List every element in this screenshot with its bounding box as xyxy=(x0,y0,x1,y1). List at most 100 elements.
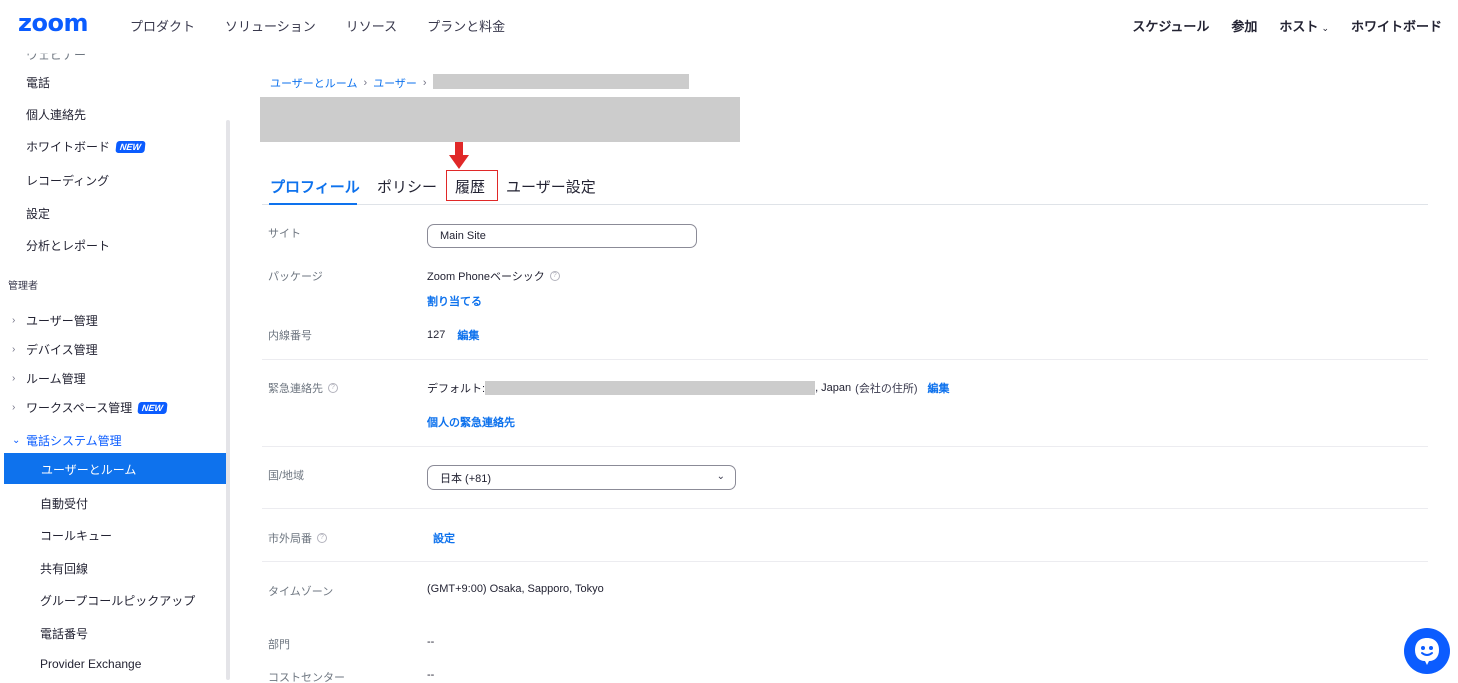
chevron-down-icon: ⌄ xyxy=(1321,23,1329,33)
country-select[interactable]: 日本 (+81) ⌄ xyxy=(427,465,736,490)
area-code-label-text: 市外局番 xyxy=(268,533,312,545)
nav-join[interactable]: 参加 xyxy=(1231,16,1257,35)
nav-whiteboard[interactable]: ホワイトボード xyxy=(1351,16,1442,35)
chevron-right-icon: › xyxy=(422,77,427,89)
sidebar-group-label: ユーザー管理 xyxy=(26,314,98,328)
chevron-right-icon: › xyxy=(12,402,16,413)
new-badge: NEW xyxy=(137,401,168,414)
sidebar-item-settings[interactable]: 設定 xyxy=(26,205,50,222)
cost-center-value: -- xyxy=(427,669,435,681)
timezone-value: (GMT+9:00) Osaka, Sapporo, Tokyo xyxy=(427,583,604,595)
assign-link[interactable]: 割り当てる xyxy=(427,293,482,309)
emergency-label-text: 緊急連絡先 xyxy=(268,383,323,395)
emergency-country: , Japan xyxy=(815,382,852,394)
extension-edit-link[interactable]: 編集 xyxy=(457,327,479,343)
redacted-user-header xyxy=(260,97,740,142)
department-value: -- xyxy=(427,636,435,648)
tab-user-settings[interactable]: ユーザー設定 xyxy=(506,176,596,197)
sidebar-subitem-call-queue[interactable]: コールキュー xyxy=(40,527,112,544)
breadcrumb-users[interactable]: ユーザー xyxy=(373,75,417,91)
sidebar-group-label: ワークスペース管理 xyxy=(26,401,133,415)
sidebar-group-label: 電話システム管理 xyxy=(26,434,122,448)
sidebar-item-label: 電話 xyxy=(26,76,51,90)
history-tab-highlight-box xyxy=(446,170,498,201)
sidebar-item-label: 個人連絡先 xyxy=(26,108,87,122)
redacted-address xyxy=(485,381,816,395)
chevron-right-icon: › xyxy=(363,77,368,89)
zoom-logo[interactable]: zoom xyxy=(18,9,88,37)
sidebar-subitem-users-rooms[interactable]: ユーザーとルーム xyxy=(4,453,226,484)
personal-emergency-link[interactable]: 個人の緊急連絡先 xyxy=(427,414,515,430)
site-input[interactable]: Main Site xyxy=(427,224,697,248)
top-nav-left: プロダクト ソリューション リソース プランと料金 xyxy=(130,16,505,35)
divider xyxy=(262,446,1428,447)
help-icon[interactable]: ? xyxy=(317,533,327,543)
sidebar-group-workspace-management[interactable]: › ワークスペース管理 NEW xyxy=(12,399,168,416)
nav-host-label: ホスト xyxy=(1279,19,1319,34)
chevron-down-icon: ⌄ xyxy=(716,471,725,482)
sidebar-group-phone-system-management[interactable]: ⌄ 電話システム管理 xyxy=(12,432,122,449)
breadcrumb-users-rooms[interactable]: ユーザーとルーム xyxy=(270,75,357,91)
sidebar-subitem-shared-lines[interactable]: 共有回線 xyxy=(40,560,88,577)
package-value: Zoom Phoneベーシック? xyxy=(427,268,560,284)
nav-host[interactable]: ホスト ⌄ xyxy=(1279,16,1329,35)
sidebar-item-webinar[interactable]: ウェビナー xyxy=(26,54,86,63)
tab-policy[interactable]: ポリシー xyxy=(377,176,437,197)
sidebar-group-user-management[interactable]: › ユーザー管理 xyxy=(12,312,98,329)
emergency-prefix: デフォルト: xyxy=(427,383,486,395)
nav-resources[interactable]: リソース xyxy=(346,16,397,35)
department-label: 部門 xyxy=(268,639,290,651)
sidebar-item-label: レコーディング xyxy=(26,174,110,188)
sidebar-item-phone[interactable]: 電話 xyxy=(26,74,50,91)
extension-label: 内線番号 xyxy=(268,330,312,342)
sidebar-group-room-management[interactable]: › ルーム管理 xyxy=(12,370,86,387)
sidebar-item-whiteboard[interactable]: ホワイトボード NEW xyxy=(26,138,146,155)
chevron-right-icon: › xyxy=(12,344,16,355)
package-name: Zoom Phoneベーシック xyxy=(427,271,545,283)
emergency-address-row: デフォルト: , Japan (会社の住所) 編集 xyxy=(427,380,949,396)
divider xyxy=(262,359,1428,360)
sidebar-item-label: 分析とレポート xyxy=(26,239,111,253)
chat-support-button[interactable] xyxy=(1404,628,1450,674)
site-label: サイト xyxy=(268,228,301,240)
top-navigation: zoom プロダクト ソリューション リソース プランと料金 スケジュール 参加… xyxy=(0,0,1458,48)
tab-bar: プロフィール ポリシー 履歴 ユーザー設定 xyxy=(262,170,1428,205)
sidebar-group-label: デバイス管理 xyxy=(26,343,98,357)
nav-solutions[interactable]: ソリューション xyxy=(225,16,316,35)
chevron-down-icon: ⌄ xyxy=(12,435,21,446)
emergency-note: (会社の住所) xyxy=(855,383,918,395)
tab-profile[interactable]: プロフィール xyxy=(270,176,360,197)
divider xyxy=(262,508,1428,509)
red-arrow-annotation xyxy=(449,142,469,169)
sidebar-subitem-phone-numbers[interactable]: 電話番号 xyxy=(40,625,88,642)
sidebar: ウェビナー 電話 個人連絡先 ホワイトボード NEW レコーディング 設定 分析と… xyxy=(0,48,230,683)
nav-schedule[interactable]: スケジュール xyxy=(1132,16,1209,35)
emergency-edit-link[interactable]: 編集 xyxy=(927,380,949,396)
extension-value: 127 xyxy=(427,329,446,341)
nav-pricing[interactable]: プランと料金 xyxy=(427,16,505,35)
sidebar-subitem-label: ユーザーとルーム xyxy=(41,463,137,477)
sidebar-scrollbar[interactable] xyxy=(226,120,230,680)
divider xyxy=(262,561,1428,562)
sidebar-subitem-provider-exchange[interactable]: Provider Exchange xyxy=(40,657,141,671)
sidebar-group-device-management[interactable]: › デバイス管理 xyxy=(12,341,98,358)
country-label: 国/地域 xyxy=(268,470,305,482)
new-badge: NEW xyxy=(115,140,146,153)
top-nav-right: スケジュール 参加 ホスト ⌄ ホワイトボード xyxy=(1132,16,1442,35)
help-icon[interactable]: ? xyxy=(549,271,560,281)
nav-products[interactable]: プロダクト xyxy=(130,16,195,35)
chevron-right-icon: › xyxy=(12,373,16,384)
area-code-set-link[interactable]: 設定 xyxy=(433,530,455,546)
chevron-right-icon: › xyxy=(12,315,16,326)
sidebar-subitem-auto-receptionist[interactable]: 自動受付 xyxy=(40,495,88,512)
sidebar-subitem-group-call-pickup[interactable]: グループコールピックアップ xyxy=(40,592,195,609)
active-tab-underline xyxy=(269,203,357,205)
timezone-label: タイムゾーン xyxy=(268,586,334,598)
sidebar-item-reports[interactable]: 分析とレポート xyxy=(26,237,110,254)
sidebar-group-label: ルーム管理 xyxy=(26,372,86,386)
help-icon[interactable]: ? xyxy=(328,383,338,393)
sidebar-section-admin: 管理者 xyxy=(8,281,38,292)
sidebar-item-recordings[interactable]: レコーディング xyxy=(26,172,109,189)
sidebar-item-personal-contacts[interactable]: 個人連絡先 xyxy=(26,106,86,123)
cost-center-label: コストセンター xyxy=(268,672,345,683)
